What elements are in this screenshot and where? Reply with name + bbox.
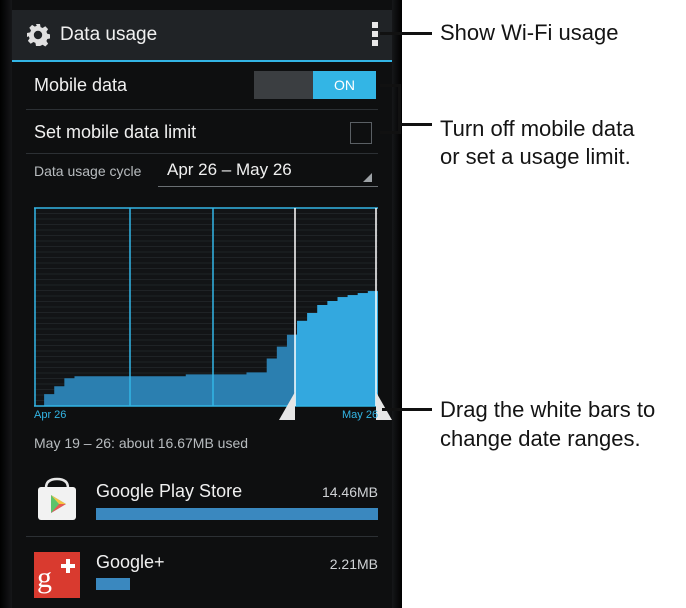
x-axis-end-label: May 26 (342, 409, 379, 421)
callout-mobile-2: or set a usage limit. (440, 144, 631, 169)
callout-bracket-top (380, 84, 400, 87)
app-usage-bar (96, 578, 130, 590)
app-name: Google Play Store (96, 481, 243, 501)
app-size: 2.21MB (329, 556, 378, 572)
play-store-icon (38, 477, 76, 520)
gear-icon[interactable] (26, 23, 50, 47)
spinner-arrow-icon (363, 173, 372, 182)
callout-mobile-1: Turn off mobile data (440, 116, 635, 141)
callout-drag-2: change date ranges. (440, 426, 641, 451)
phone-bezel-left (0, 0, 12, 608)
overflow-menu-icon[interactable] (370, 22, 380, 50)
callout-bracket-bottom (380, 131, 400, 134)
divider (26, 536, 378, 537)
app-row-play-store[interactable]: Google Play Store 14.46MB (12, 470, 392, 536)
app-usage-bar (96, 508, 378, 520)
app-usage-track (96, 578, 378, 590)
svg-text:g: g (37, 561, 52, 594)
end-drag-handle[interactable] (376, 392, 392, 420)
google-plus-icon: g (34, 552, 80, 598)
callout-wifi: Show Wi-Fi usage (440, 20, 619, 45)
app-row-google-plus[interactable]: g Google+ 2.21MB (12, 540, 392, 606)
action-bar: Data usage (12, 10, 392, 60)
callout-mobile-line (400, 123, 432, 126)
phone-screen: Data usage Mobile data ON Set mobile dat… (0, 0, 402, 608)
cycle-label: Data usage cycle (34, 163, 142, 179)
page-title: Data usage (60, 24, 158, 45)
app-size: 14.46MB (321, 484, 378, 500)
data-limit-label: Set mobile data limit (34, 122, 197, 142)
action-bar-divider (12, 60, 392, 62)
switch-on-label: ON (313, 71, 376, 99)
mobile-data-label: Mobile data (34, 75, 128, 95)
selected-usage-area (295, 291, 378, 406)
usage-summary: May 19 – 26: about 16.67MB used (34, 435, 249, 451)
start-drag-handle[interactable] (279, 392, 295, 420)
cycle-spinner[interactable]: Apr 26 – May 26 (158, 156, 378, 187)
callout-drag-line (382, 408, 432, 411)
usage-area (34, 291, 378, 406)
chart-background (34, 208, 378, 406)
app-name: Google+ (96, 552, 165, 572)
cycle-value: Apr 26 – May 26 (167, 160, 292, 179)
divider (26, 109, 378, 110)
data-limit-checkbox[interactable] (350, 122, 372, 144)
x-axis-start-label: Apr 26 (34, 409, 67, 421)
callout-bracket-side (398, 84, 401, 134)
mobile-data-switch[interactable]: ON (254, 71, 376, 99)
divider (26, 153, 378, 154)
callout-drag-1: Drag the white bars to (440, 397, 656, 422)
app-usage-track (96, 508, 378, 520)
callout-wifi-line (380, 32, 432, 35)
